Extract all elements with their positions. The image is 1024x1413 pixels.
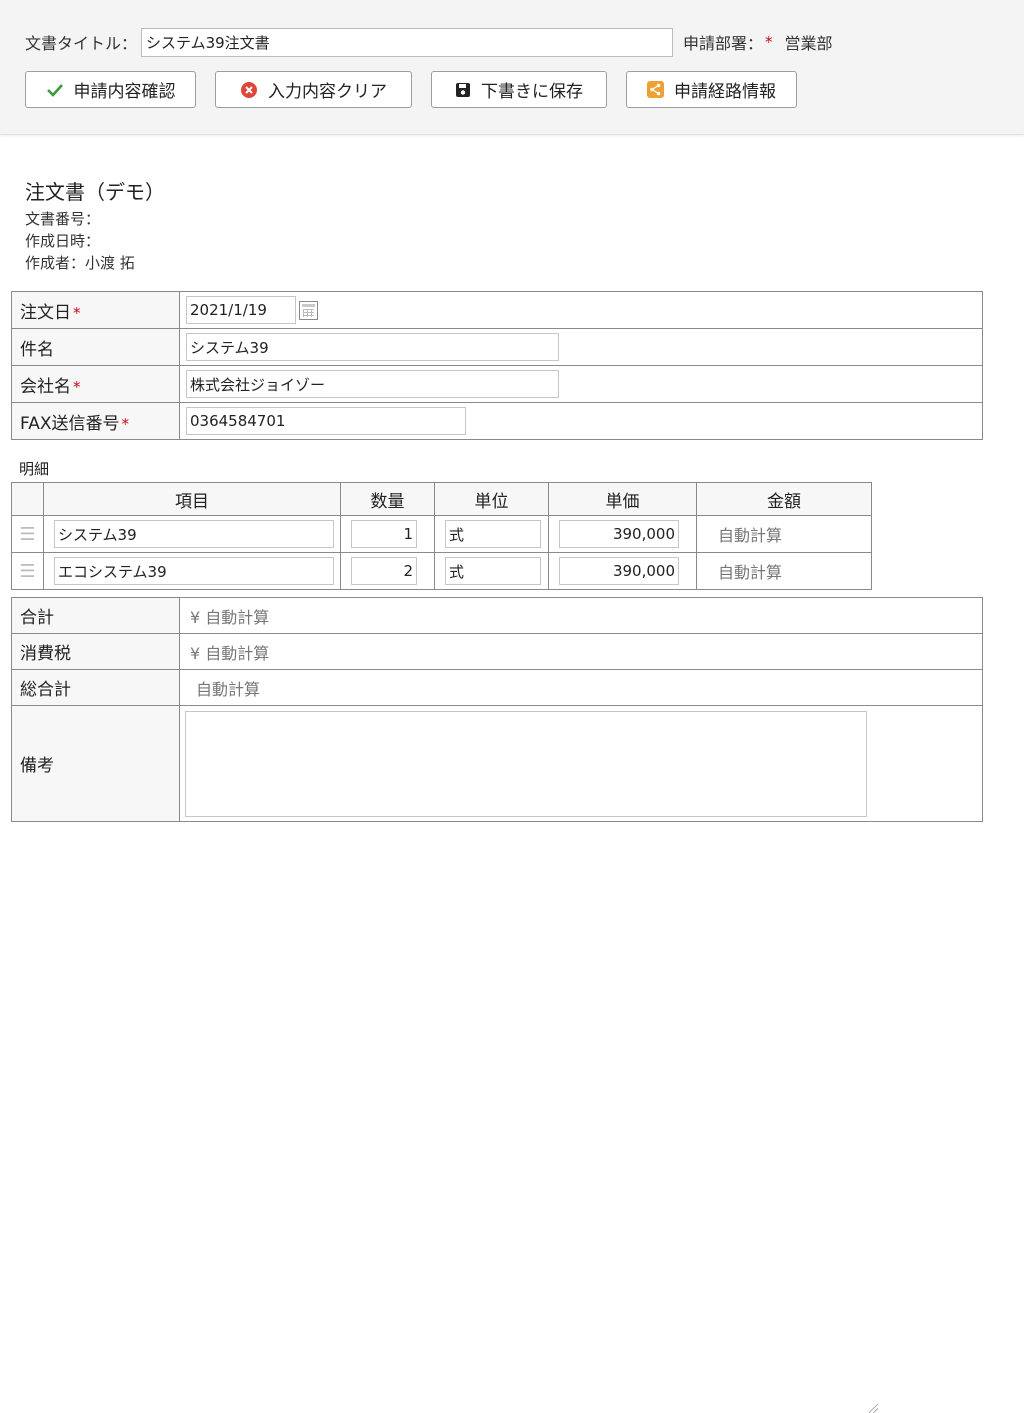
tax-value: ¥ 自動計算: [179, 633, 983, 670]
save-draft-button-label: 下書きに保存: [481, 82, 583, 102]
order-form-table: 注文日* 件名 会社名* FAX送信番号*: [11, 291, 983, 440]
calendar-icon[interactable]: [299, 300, 318, 320]
document-title: 注文書（デモ）: [25, 180, 165, 204]
fax-input[interactable]: [186, 407, 466, 435]
table-row: ☰ 自動計算: [11, 515, 872, 553]
price-input[interactable]: [559, 520, 679, 548]
share-route-icon: [647, 81, 664, 98]
unit-column-header: 単位: [434, 482, 549, 516]
action-buttons: 申請内容確認 入力内容クリア 下書きに保存 申請経路情報: [25, 71, 816, 108]
created-datetime: 作成日時：: [25, 232, 101, 250]
resize-grip-icon[interactable]: [868, 1403, 878, 1413]
required-mark: *: [765, 33, 773, 51]
title-label: 文書タイトル：: [25, 34, 138, 53]
title-row: 文書タイトル： 申請部署： * 営業部: [25, 27, 1015, 57]
author: 作成者：小渡 拓: [25, 254, 135, 272]
fax-header: FAX送信番号 *: [11, 402, 180, 440]
title-input[interactable]: [141, 27, 674, 57]
route-info-button[interactable]: 申請経路情報: [626, 71, 797, 108]
clear-button-label: 入力内容クリア: [268, 82, 387, 102]
confirm-button[interactable]: 申請内容確認: [25, 71, 196, 108]
amount-value: 自動計算: [696, 515, 872, 553]
order-date-input[interactable]: [186, 296, 296, 324]
remarks-header: 備考: [11, 705, 180, 822]
table-row: ☰ 自動計算: [11, 552, 872, 590]
subject-header: 件名: [11, 328, 180, 366]
totals-table: 合計 ¥ 自動計算 消費税 ¥ 自動計算 総合計 自動計算 備考: [11, 597, 983, 1413]
qty-input[interactable]: [351, 557, 417, 585]
clear-button[interactable]: 入力内容クリア: [215, 71, 412, 108]
route-info-button-label: 申請経路情報: [674, 82, 776, 102]
grand-total-header: 総合計: [11, 669, 180, 706]
unit-input[interactable]: [445, 520, 541, 548]
subject-input[interactable]: [186, 333, 559, 361]
price-column-header: 単価: [548, 482, 697, 516]
dept-field: 申請部署： * 営業部: [683, 30, 833, 54]
remarks-textarea[interactable]: [185, 710, 867, 817]
subtotal-value: ¥ 自動計算: [179, 597, 983, 634]
company-header: 会社名 *: [11, 365, 180, 403]
price-input[interactable]: [559, 557, 679, 585]
clear-x-icon: [240, 81, 258, 99]
item-column-header: 項目: [43, 482, 341, 516]
confirm-button-label: 申請内容確認: [73, 82, 176, 102]
tax-header: 消費税: [11, 633, 180, 670]
details-table: 項目 数量 単位 単価 金額 ☰ 自動計算 ☰ 自動計算: [11, 482, 872, 590]
item-input[interactable]: [54, 557, 334, 585]
top-toolbar: 文書タイトル： 申請部署： * 営業部 申請内容確認 入力内容クリア 下書きに保…: [0, 0, 1024, 135]
unit-input[interactable]: [445, 557, 541, 585]
details-section-label: 明細: [19, 460, 50, 478]
amount-value: 自動計算: [696, 552, 872, 590]
remarks-cell: [179, 705, 983, 1413]
subject-cell: [179, 328, 983, 366]
check-icon: [46, 83, 64, 97]
dept-label: 申請部署：: [683, 34, 764, 53]
order-date-cell: [179, 291, 983, 329]
floppy-disk-icon: [455, 82, 471, 98]
amount-column-header: 金額: [696, 482, 872, 516]
company-cell: [179, 365, 983, 403]
handle-column-header: [11, 482, 44, 516]
qty-input[interactable]: [351, 520, 417, 548]
drag-handle-icon[interactable]: ☰: [11, 552, 44, 590]
order-date-header: 注文日 *: [11, 291, 180, 329]
save-draft-button[interactable]: 下書きに保存: [431, 71, 607, 108]
qty-column-header: 数量: [340, 482, 435, 516]
subtotal-header: 合計: [11, 597, 180, 634]
drag-handle-icon[interactable]: ☰: [11, 515, 44, 553]
company-input[interactable]: [186, 370, 559, 398]
dept-value: 営業部: [784, 34, 833, 53]
document-number: 文書番号：: [25, 210, 101, 228]
fax-cell: [179, 402, 983, 440]
grand-total-value: 自動計算: [179, 669, 983, 706]
item-input[interactable]: [54, 520, 334, 548]
